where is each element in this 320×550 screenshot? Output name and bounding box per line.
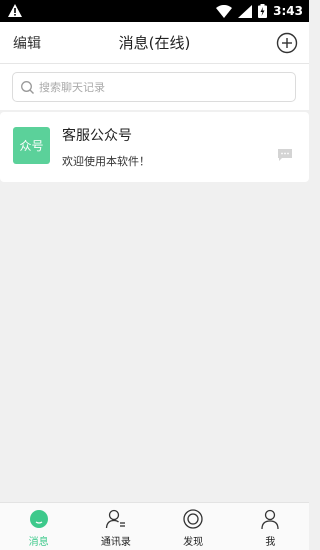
chat-item[interactable]: 众号 客服公众号 欢迎使用本软件！ [0, 112, 309, 182]
chat-preview: 欢迎使用本软件！ [62, 155, 150, 168]
tab-label: 发现 [183, 537, 204, 548]
search-area [0, 64, 309, 110]
wifi-icon [216, 4, 233, 18]
chat-list: 众号 客服公众号 欢迎使用本软件！ [0, 112, 309, 182]
avatar: 众号 [13, 127, 50, 164]
search-icon [21, 81, 34, 94]
bottom-tab-bar: 消息 通讯录 发现 我 [0, 502, 309, 550]
message-icon [278, 149, 292, 161]
tab-messages[interactable]: 消息 [0, 503, 77, 550]
page-title: 消息(在线) [118, 34, 191, 52]
tab-me[interactable]: 我 [232, 503, 309, 550]
status-time: 3:43 [273, 4, 303, 18]
chat-bubble-icon [29, 510, 48, 528]
search-box[interactable] [12, 72, 296, 102]
search-input[interactable] [39, 77, 289, 97]
tab-label: 通讯录 [100, 537, 131, 548]
discover-icon [183, 509, 203, 529]
add-circle-icon[interactable] [276, 32, 298, 54]
profile-icon [261, 509, 280, 530]
tab-contacts[interactable]: 通讯录 [77, 503, 154, 550]
status-bar: 3:43 [0, 0, 309, 22]
tab-label: 我 [265, 537, 276, 548]
chat-name: 客服公众号 [62, 128, 132, 144]
tab-discover[interactable]: 发现 [155, 503, 232, 550]
battery-icon [258, 4, 268, 18]
warning-icon [8, 4, 22, 17]
contacts-icon [105, 509, 125, 529]
signal-icon [238, 4, 253, 18]
tab-label: 消息 [28, 537, 49, 548]
app-header: 编辑 消息(在线) [0, 22, 309, 64]
